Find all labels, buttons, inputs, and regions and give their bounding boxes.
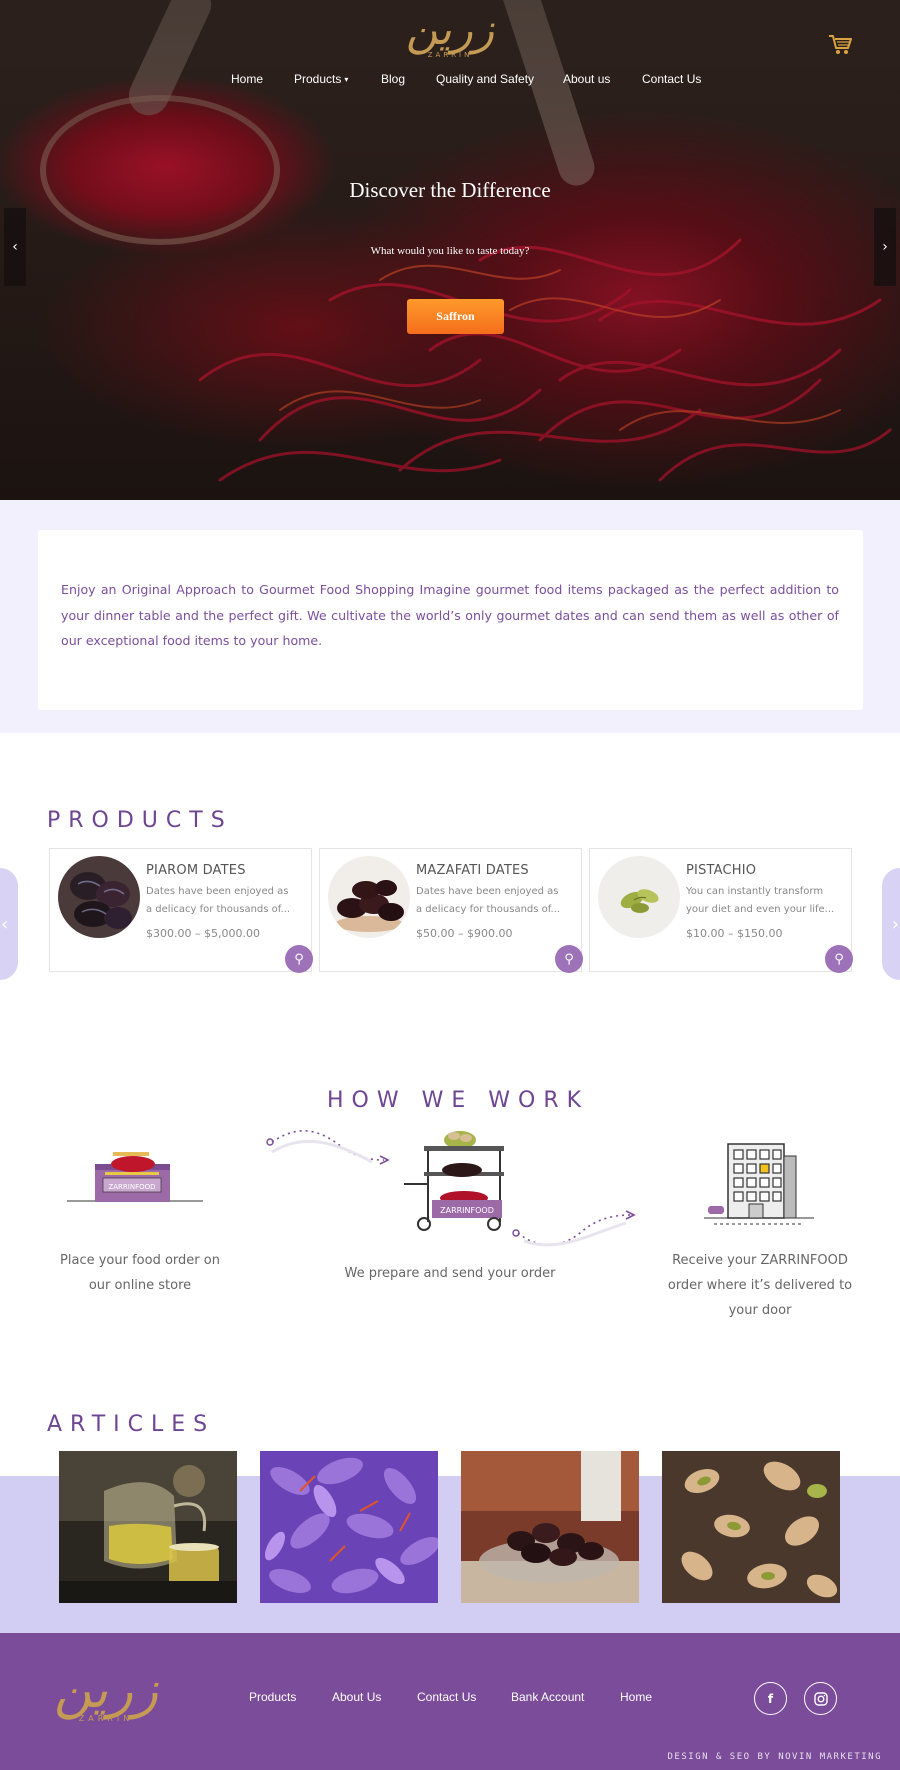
order-box-illustration: ZARRINFOOD — [67, 1152, 203, 1202]
search-icon[interactable]: ⚲ — [555, 945, 583, 973]
site-logo[interactable]: زرین ZARRIN — [390, 5, 510, 67]
slider-next-icon[interactable]: › — [874, 208, 896, 286]
hero-subtitle: What would you like to taste today? — [370, 245, 530, 257]
step-1-text: Place your food order on our online stor… — [60, 1253, 220, 1293]
article-pistachio-image[interactable] — [662, 1451, 840, 1603]
product-desc: You can instantly transform your diet an… — [686, 886, 835, 915]
dotted-arrow-icon — [512, 1210, 636, 1247]
main-nav: Home Products ▾ Blog Quality and Safety A… — [0, 72, 900, 92]
product-card[interactable]: PISTACHIO You can instantly transform yo… — [589, 848, 853, 973]
footer-link-bank[interactable]: Bank Account — [511, 1690, 584, 1704]
product-card[interactable]: MAZAFATI DATES Dates have been enjoyed a… — [319, 848, 583, 973]
articles-heading: ARTICLES — [47, 1412, 216, 1437]
nav-blog[interactable]: Blog — [381, 72, 405, 86]
dotted-arrow-icon — [266, 1130, 390, 1165]
step-2-text: We prepare and send your order — [344, 1266, 556, 1281]
product-desc: Dates have been enjoyed as a delicacy fo… — [146, 886, 291, 915]
product-name: PIAROM DATES — [146, 863, 246, 878]
product-desc: Dates have been enjoyed as a delicacy fo… — [416, 886, 561, 915]
svg-text:ZARRINFOOD: ZARRINFOOD — [440, 1206, 494, 1215]
nav-contact[interactable]: Contact Us — [642, 72, 701, 86]
product-price: $50.00 – $900.00 — [416, 927, 513, 940]
slider-prev-icon[interactable]: ‹ — [4, 208, 26, 286]
search-icon[interactable]: ⚲ — [825, 945, 853, 973]
facebook-icon[interactable]: f — [754, 1682, 787, 1715]
search-icon[interactable]: ⚲ — [285, 945, 313, 973]
footer-link-about[interactable]: About Us — [332, 1690, 381, 1704]
nav-quality[interactable]: Quality and Safety — [436, 72, 534, 86]
intro-card: Enjoy an Original Approach to Gourmet Fo… — [38, 530, 863, 710]
intro-text: Enjoy an Original Approach to Gourmet Fo… — [61, 582, 839, 648]
article-tea-image[interactable] — [59, 1451, 237, 1603]
article-saffron-flowers-image[interactable] — [260, 1451, 438, 1603]
svg-text:ZARRINFOOD: ZARRINFOOD — [108, 1183, 155, 1191]
delivery-cart-illustration: ZARRINFOOD — [404, 1131, 504, 1231]
product-price: $300.00 – $5,000.00 — [146, 927, 260, 940]
mazafati-dates-image — [328, 856, 410, 938]
hero-title: Discover the Difference — [349, 178, 551, 202]
products-heading: PRODUCTS — [47, 808, 233, 833]
product-price: $10.00 – $150.00 — [686, 927, 783, 940]
cart-icon[interactable] — [828, 34, 852, 56]
footer-link-home[interactable]: Home — [620, 1690, 652, 1704]
product-name: PISTACHIO — [686, 863, 757, 878]
building-illustration — [704, 1143, 814, 1225]
footer-link-products[interactable]: Products — [249, 1690, 296, 1704]
products-prev-icon[interactable]: ‹ — [0, 868, 18, 980]
article-dates-bowl-image[interactable] — [461, 1451, 639, 1603]
product-card[interactable]: PIAROM DATES Dates have been enjoyed as … — [49, 848, 313, 973]
nav-home[interactable]: Home — [231, 72, 263, 86]
products-next-icon[interactable]: › — [882, 868, 900, 980]
footer-link-contact[interactable]: Contact Us — [417, 1690, 476, 1704]
piarom-dates-image — [58, 856, 140, 938]
saffron-button[interactable]: Saffron — [407, 299, 504, 334]
step-3-text: Receive your ZARRINFOOD order where it’s… — [667, 1253, 853, 1318]
nav-about[interactable]: About us — [563, 72, 610, 86]
how-we-work-heading: HOW WE WORK — [327, 1088, 590, 1113]
instagram-icon[interactable] — [804, 1682, 837, 1715]
pistachio-image — [598, 856, 680, 938]
product-name: MAZAFATI DATES — [416, 863, 529, 878]
footer-logo[interactable]: زرین ZARRIN — [36, 1660, 176, 1738]
nav-products[interactable]: Products ▾ — [294, 72, 348, 86]
chevron-down-icon: ▾ — [344, 75, 349, 85]
credit-text: DESIGN & SEO BY NOVIN MARKETING — [667, 1752, 882, 1762]
